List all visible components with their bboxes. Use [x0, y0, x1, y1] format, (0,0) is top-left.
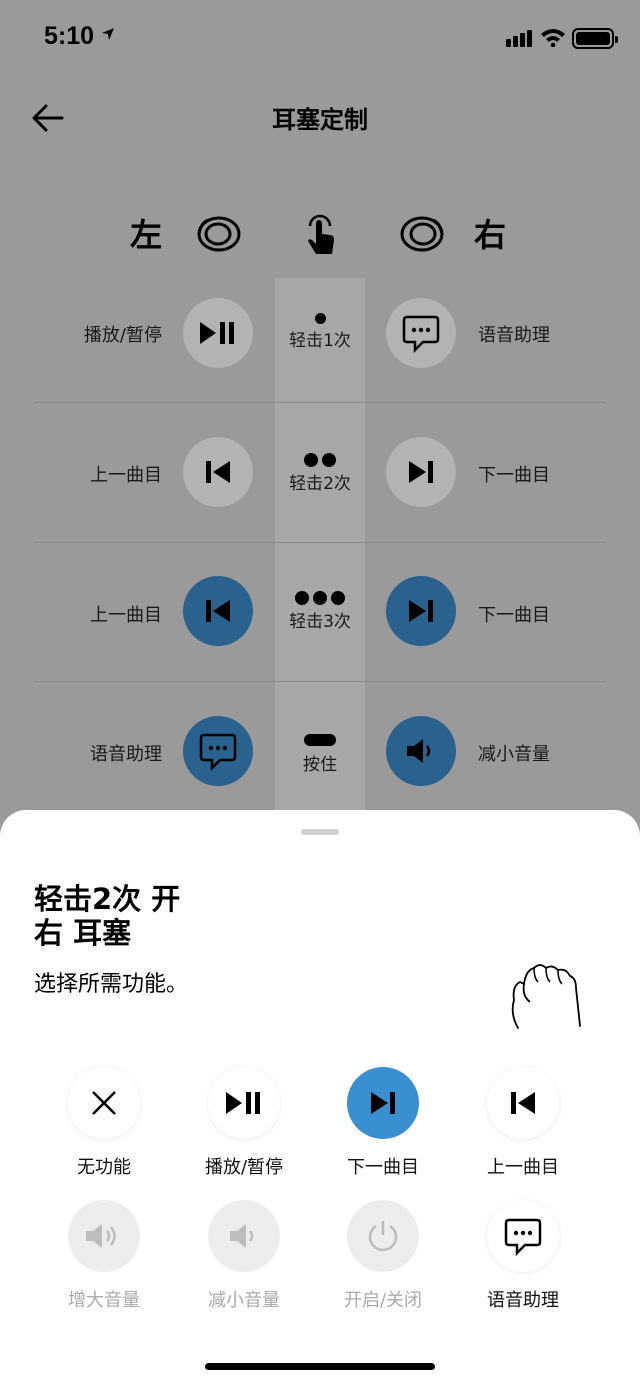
option-next-track[interactable]: 下一曲目 [313, 1067, 453, 1179]
gesture-row-tap-thrice: 上一曲目 轻击3次 下一曲目 [0, 543, 640, 683]
voice-assistant-icon [504, 1218, 542, 1256]
function-picker-sheet: 轻击2次 开 右 耳塞 选择所需功能。 无功能 播放/暂停 下一曲目 上一曲目 [0, 810, 640, 1385]
option-voice-assistant[interactable]: 语音助理 [453, 1200, 593, 1312]
gesture-row-tap-twice: 上一曲目 轻击2次 下一曲目 [0, 403, 640, 543]
next-track-icon [409, 600, 433, 622]
battery-icon [572, 28, 618, 49]
wifi-icon [541, 29, 565, 47]
volume-down-icon [230, 1224, 254, 1248]
gesture-label: 轻击1次 [275, 313, 365, 351]
left-ear-label: 左 [130, 216, 163, 254]
right-action-label: 语音助理 [478, 325, 550, 346]
right-earbud-icon [400, 216, 444, 252]
status-bar: 5:10 [0, 0, 640, 80]
option-volume-up[interactable]: 增大音量 [34, 1200, 174, 1312]
sheet-title: 轻击2次 开 右 耳塞 [34, 882, 181, 950]
left-earbud-icon [197, 216, 241, 252]
left-action-label: 播放/暂停 [83, 325, 162, 346]
gesture-row-hold: 语音助理 按住 减小音量 [0, 682, 640, 822]
option-power[interactable]: 开启/关闭 [313, 1200, 453, 1312]
previous-track-icon [206, 461, 230, 483]
left-action-button[interactable] [183, 437, 253, 507]
right-action-label: 下一曲目 [478, 465, 550, 486]
volume-up-icon [86, 1224, 116, 1248]
play-pause-icon [200, 322, 234, 344]
location-arrow-icon [102, 28, 114, 40]
left-action-button[interactable] [183, 716, 253, 786]
right-action-button[interactable] [386, 576, 456, 646]
right-action-label: 减小音量 [478, 744, 550, 765]
gesture-row-tap-once: 播放/暂停 轻击1次 语音助理 [0, 263, 640, 403]
volume-down-icon [407, 739, 431, 763]
right-action-button[interactable] [386, 298, 456, 368]
voice-assistant-icon [402, 315, 440, 353]
left-action-label: 语音助理 [90, 744, 162, 765]
left-action-button[interactable] [183, 298, 253, 368]
power-icon [368, 1221, 398, 1252]
play-pause-icon [226, 1092, 260, 1114]
next-track-icon [409, 461, 433, 483]
gesture-label: 轻击2次 [275, 453, 365, 494]
option-play-pause[interactable]: 播放/暂停 [174, 1067, 314, 1179]
close-icon [92, 1091, 116, 1115]
hand-gesture-icon [511, 964, 581, 1029]
right-action-label: 下一曲目 [478, 605, 550, 626]
previous-track-icon [511, 1092, 535, 1114]
next-track-icon [371, 1092, 395, 1114]
home-indicator[interactable] [205, 1363, 435, 1370]
voice-assistant-icon [199, 733, 237, 771]
page-title: 耳塞定制 [272, 106, 368, 134]
cellular-signal-icon [506, 30, 532, 47]
gesture-label: 轻击3次 [275, 591, 365, 632]
option-no-function[interactable]: 无功能 [34, 1067, 174, 1179]
left-action-label: 上一曲目 [90, 605, 162, 626]
touch-gesture-icon [308, 214, 334, 254]
option-volume-down[interactable]: 减小音量 [174, 1200, 314, 1312]
left-action-label: 上一曲目 [90, 465, 162, 486]
hold-indicator-icon [304, 734, 336, 746]
sheet-drag-handle[interactable] [301, 829, 339, 835]
right-action-button[interactable] [386, 716, 456, 786]
gesture-label: 按住 [275, 734, 365, 775]
right-ear-label: 右 [474, 216, 507, 254]
left-action-button[interactable] [183, 576, 253, 646]
status-time: 5:10 [44, 22, 95, 50]
previous-track-icon [206, 600, 230, 622]
option-previous-track[interactable]: 上一曲目 [453, 1067, 593, 1179]
right-action-button[interactable] [386, 437, 456, 507]
sheet-subtitle: 选择所需功能。 [34, 972, 189, 997]
